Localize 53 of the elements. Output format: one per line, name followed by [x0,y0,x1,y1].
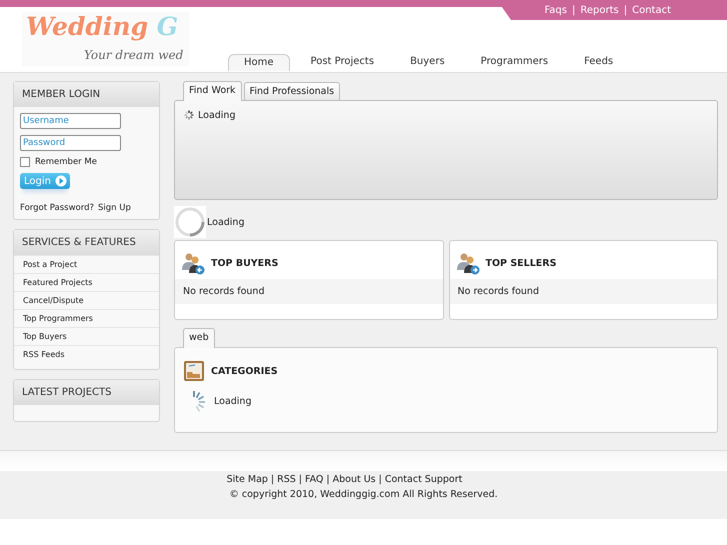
card-title: TOP SELLERS [486,258,556,268]
password-field[interactable]: Password [20,135,121,151]
loading-text: Loading [207,216,244,228]
separator: | [624,4,628,16]
separator: | [326,474,330,485]
copyright-text: © copyright 2010, Weddinggig.com All Rights Reserved. [229,489,498,500]
footer-link[interactable]: RSS [277,474,296,485]
spinner-icon [174,206,206,238]
section-title: CATEGORIES [211,366,278,376]
checkbox-label: Remember Me [35,157,97,167]
sign-up-link[interactable]: Sign Up [98,203,131,213]
separator: | [572,4,576,16]
loading-text: Loading [198,110,236,120]
panel-title: SERVICES & FEATURES [14,230,159,255]
nav-tab[interactable]: Post Projects [296,54,390,71]
tab[interactable]: Find Professionals [244,82,340,100]
username-field[interactable]: Username [20,113,121,129]
loading-text: Loading [214,396,252,406]
sidebar-item[interactable]: Top Buyers [14,327,159,345]
forgot-password-link[interactable]: Forgot Password? [20,203,94,213]
panel-title: MEMBER LOGIN [14,82,159,107]
logo[interactable]: Wedding G Your dream wed [22,12,189,66]
spinner-icon [183,109,195,121]
footer-link[interactable]: Site Map [226,474,268,485]
separator: | [378,474,382,485]
sidebar-item[interactable]: Featured Projects [14,273,159,291]
empty-message: No records found [175,279,442,304]
empty-message: No records found [450,279,717,304]
panel-title: LATEST PROJECTS [14,380,159,405]
footer-link[interactable]: Contact Support [384,474,462,485]
sidebar-item[interactable]: RSS Feeds [14,345,159,363]
top-link[interactable]: Contact [632,4,671,16]
tab[interactable]: web [183,328,215,348]
separator: | [270,474,274,485]
sidebar-item[interactable]: Top Programmers [14,309,159,327]
tab[interactable]: Find Work [183,81,242,101]
sidebar-item[interactable]: Post a Project [14,255,159,273]
nav-tab[interactable]: Buyers [395,54,460,71]
folder-icon [183,360,205,382]
nav-tab[interactable]: Home [228,54,290,71]
checkbox[interactable] [20,157,30,167]
nav-tab[interactable]: Programmers [466,54,564,71]
play-icon [54,175,67,187]
separator: | [298,474,302,485]
top-link[interactable]: Faqs [544,4,567,16]
footer-link[interactable]: FAQ [305,474,324,485]
sidebar-item[interactable]: Cancel/Dispute [14,291,159,309]
top-link[interactable]: Reports [580,4,619,16]
nav-tab[interactable]: Feeds [569,54,628,71]
footer-link[interactable]: About Us [332,474,376,485]
users-icon [181,251,205,275]
users-icon [456,251,480,275]
card-title: TOP BUYERS [211,258,278,268]
